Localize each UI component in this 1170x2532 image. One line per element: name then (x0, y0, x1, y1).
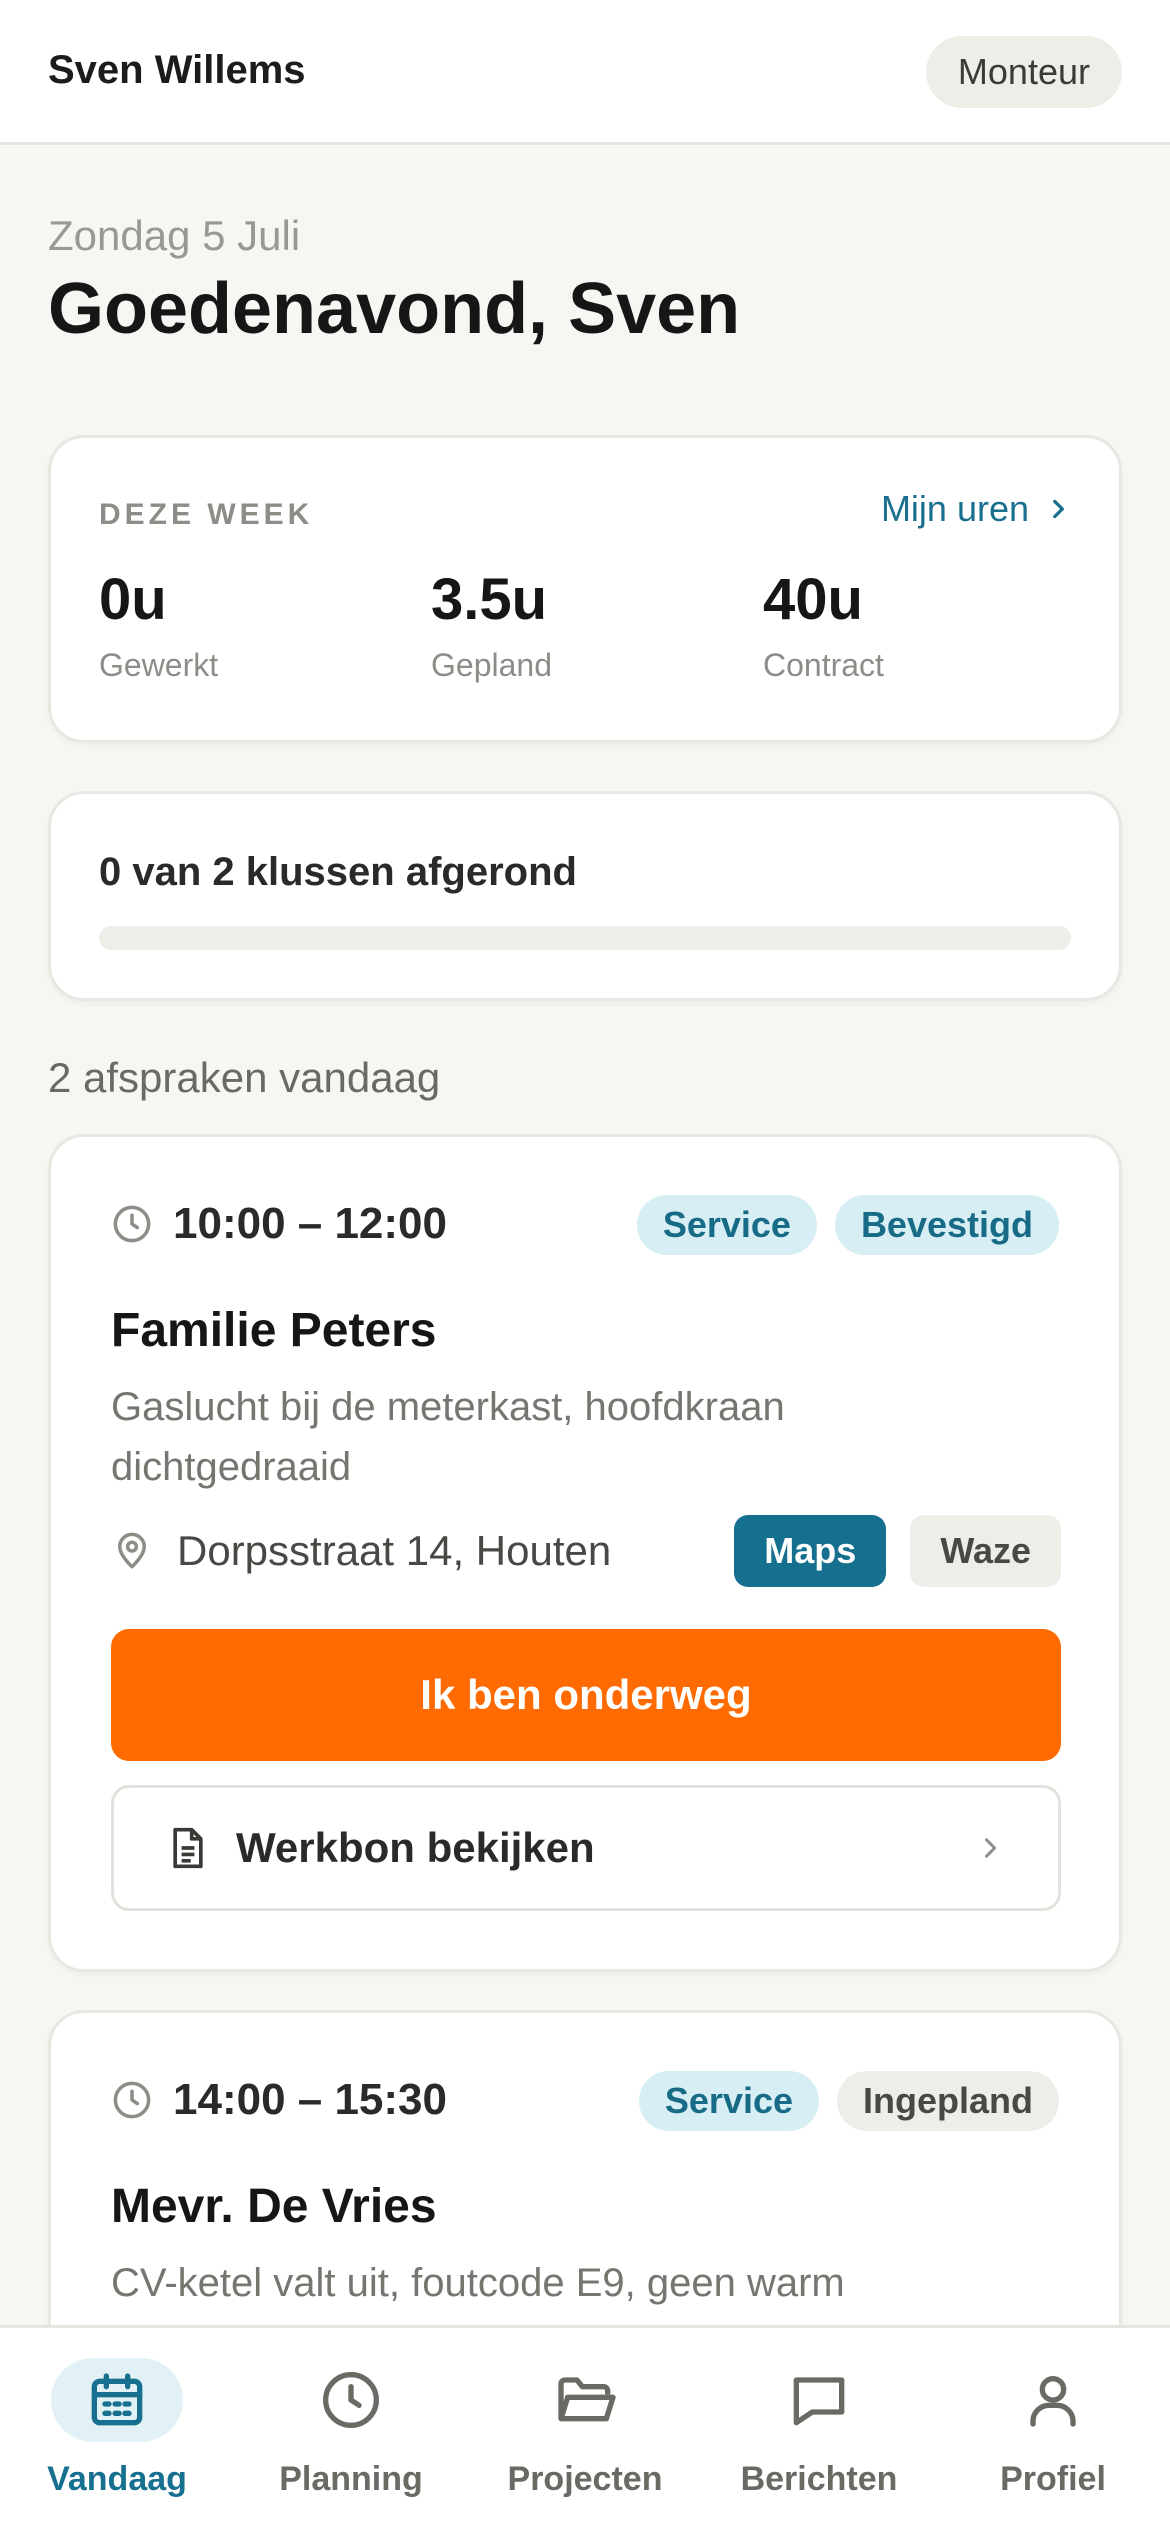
badge-group: Service Ingepland (638, 2071, 1059, 2131)
client-name: Mevr. De Vries (111, 2180, 437, 2233)
on-my-way-button[interactable]: Ik ben onderweg (111, 1629, 1061, 1761)
message-icon (793, 2377, 845, 2426)
date-label: Zondag 5 Juli (48, 212, 301, 259)
stat-label: Gewerkt (99, 647, 219, 683)
nav-item-berichten[interactable]: Berichten (702, 2358, 936, 2499)
document-icon (173, 1827, 203, 1869)
nav-item-vandaag[interactable]: Vandaag (0, 2358, 234, 2499)
type-badge: Service (636, 1195, 817, 1255)
badge-group: Service Bevestigd (636, 1195, 1059, 1255)
status-badge: Ingepland (837, 2071, 1059, 2131)
top-bar: Sven Willems Monteur (0, 0, 1170, 145)
maps-button[interactable]: Maps (734, 1515, 887, 1587)
nav-item-projecten[interactable]: Projecten (468, 2358, 702, 2499)
appointment-time: 14:00 – 15:30 (111, 2075, 447, 2125)
time-text: 10:00 – 12:00 (173, 1199, 447, 1248)
job-description: CV-ketel valt uit, foutcode E9, geen war… (111, 2261, 845, 2305)
nav-item-profiel[interactable]: Profiel (936, 2358, 1170, 2499)
nav-icon-wrap (987, 2358, 1119, 2442)
chevron-right-icon (1053, 499, 1064, 519)
job-description: Gaslucht bij de meterkast, hoofdkraan di… (111, 1385, 785, 1489)
clock-icon (113, 2081, 151, 2119)
folder-icon (558, 2377, 616, 2422)
progress-bar (99, 926, 1071, 950)
user-name: Sven Willems (48, 48, 306, 92)
nav-icon-wrap (285, 2358, 417, 2442)
nav-icon-wrap (51, 2358, 183, 2442)
location-pin-icon (118, 1532, 146, 1569)
nav-label: Planning (279, 2460, 423, 2498)
appointment-card[interactable]: 10:00 – 12:00 Service Bevestigd Familie … (48, 1134, 1122, 1972)
stat-contract: 40u Contract (763, 566, 884, 684)
progress-card: 0 van 2 klussen afgerond (48, 791, 1122, 1001)
week-label: DEZE WEEK (99, 498, 314, 531)
stat-label: Gepland (431, 647, 552, 683)
chevron-right-icon (985, 1838, 997, 1858)
appointments-heading: 2 afspraken vandaag (48, 1054, 441, 1101)
stat-value: 0u (99, 567, 167, 632)
role-badge: Monteur (925, 36, 1122, 108)
nav-label: Berichten (740, 2460, 898, 2498)
stat-worked: 0u Gewerkt (99, 566, 218, 684)
stat-value: 3.5u (431, 567, 548, 632)
view-workorder-button[interactable]: Werkbon bekijken (111, 1785, 1061, 1911)
progress-text: 0 van 2 klussen afgerond (99, 850, 577, 894)
week-summary-card: DEZE WEEK Mijn uren 0u Gewerkt 3.5u Gepl… (48, 435, 1122, 743)
view-workorder-label: Werkbon bekijken (236, 1824, 595, 1871)
calendar-icon (91, 2373, 143, 2426)
time-text: 14:00 – 15:30 (173, 2075, 447, 2124)
client-name: Familie Peters (111, 1304, 437, 1357)
nav-icon-wrap (519, 2358, 651, 2442)
nav-label: Profiel (1000, 2460, 1106, 2498)
greeting-title: Goedenavond, Sven (48, 269, 741, 349)
user-icon (1030, 2376, 1076, 2427)
my-hours-label: Mijn uren (880, 488, 1029, 529)
status-badge: Bevestigd (834, 1195, 1059, 1255)
address-text: Dorpsstraat 14, Houten (177, 1527, 612, 1574)
clock-icon (323, 2372, 379, 2428)
stat-value: 40u (763, 567, 863, 632)
appointment-time: 10:00 – 12:00 (111, 1199, 447, 1249)
my-hours-link[interactable]: Mijn uren (881, 488, 1071, 530)
nav-item-planning[interactable]: Planning (234, 2358, 468, 2499)
waze-button[interactable]: Waze (910, 1515, 1061, 1587)
address-row: Dorpsstraat 14, Houten Maps Waze (111, 1515, 1061, 1587)
type-badge: Service (638, 2071, 819, 2131)
stat-planned: 3.5u Gepland (431, 566, 552, 684)
nav-label: Projecten (507, 2460, 663, 2498)
stat-label: Contract (763, 647, 884, 683)
nav-icon-wrap (753, 2358, 885, 2442)
bottom-nav: Vandaag Planning Projecten Berichten Pro… (0, 2325, 1170, 2532)
clock-icon (113, 1205, 151, 1243)
nav-label: Vandaag (47, 2460, 187, 2498)
